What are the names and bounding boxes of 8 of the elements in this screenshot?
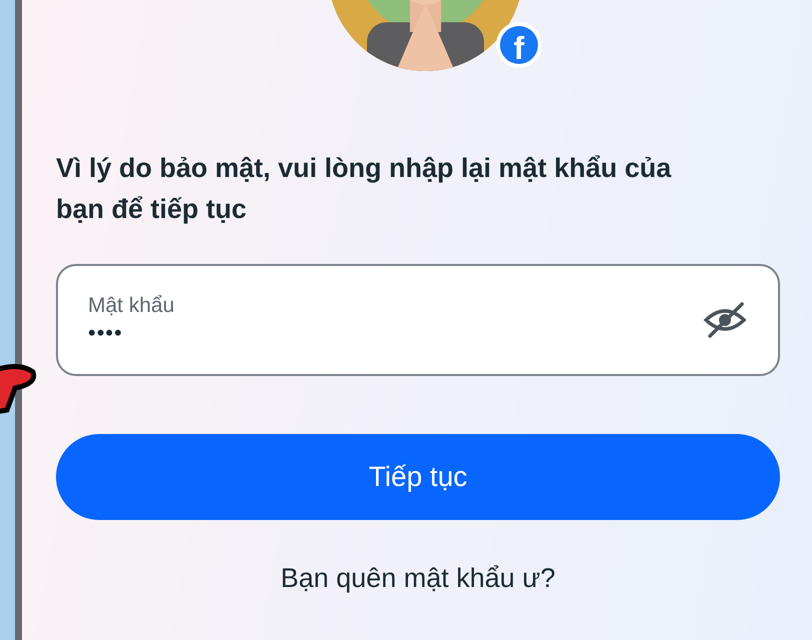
eye-slash-icon[interactable] [702,300,748,340]
password-dots: •••• [88,320,124,346]
facebook-badge: f [496,22,542,68]
forgot-password-link[interactable]: Bạn quên mật khẩu ư? [274,562,562,595]
security-prompt: Vì lý do bảo mật, vui lòng nhập lại mật khẩu của bạn để tiếp tục [56,152,672,226]
continue-button[interactable]: Tiếp tục [56,434,780,520]
field-label: Mật khẩu [88,294,176,318]
password-field[interactable]: Mật khẩu •••• [56,264,780,376]
